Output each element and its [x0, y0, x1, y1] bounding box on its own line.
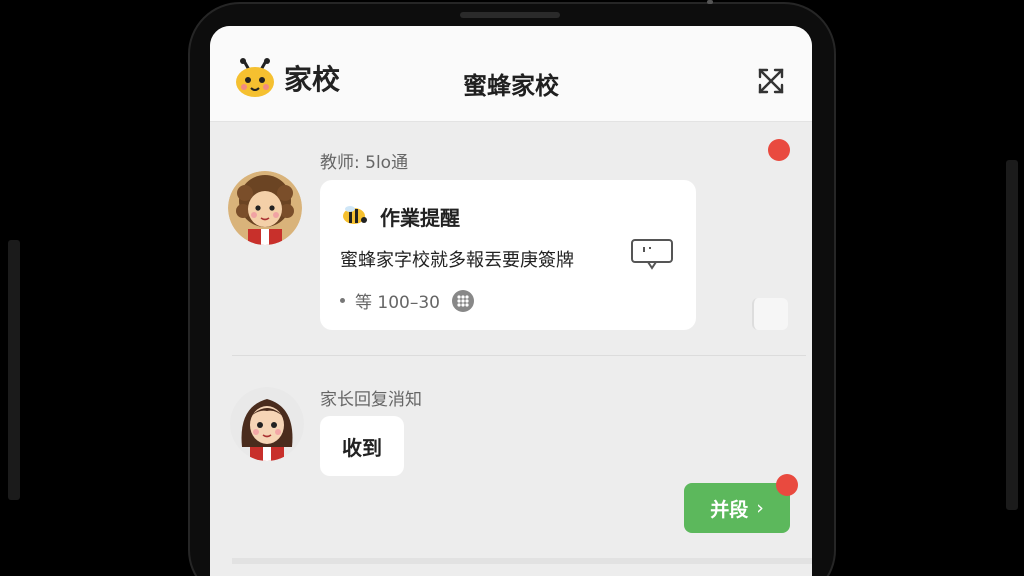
notice-card[interactable]: 作業提醒 蜜蜂家字校就多報丟要庚簽牌 等 100–30 — [320, 180, 696, 330]
divider — [232, 355, 806, 356]
phone-side-button — [1006, 160, 1018, 510]
notice-body: 蜜蜂家字校就多報丟要庚簽牌 — [340, 250, 574, 271]
notice-sender: 教师: 5lo通 — [320, 153, 409, 173]
divider — [232, 558, 812, 564]
notification-dot — [768, 139, 790, 161]
teacher-avatar[interactable] — [228, 171, 302, 245]
reply-bubble: 收到 — [320, 416, 404, 476]
screen-feedback-icon[interactable] — [630, 238, 674, 270]
expand-arrows-icon[interactable] — [756, 66, 786, 96]
reply-sender: 家长回复消知 — [320, 390, 422, 410]
page-title: 蜜蜂家校 — [463, 72, 559, 100]
side-handle[interactable] — [752, 298, 788, 330]
phone-sensor — [707, 0, 713, 4]
grid-dots-icon[interactable] — [451, 289, 474, 312]
notification-dot — [776, 474, 798, 496]
app-screen: 家校 蜜蜂家校 教师: 5lo通 作業提醒 蜜蜂家字校就多報丟要庚簽牌 等 10… — [210, 26, 812, 576]
phone-speaker — [460, 12, 560, 18]
parent-avatar[interactable] — [230, 387, 304, 461]
phone-side-button — [8, 240, 20, 500]
action-button[interactable]: 并段 › — [684, 483, 790, 533]
action-label: 并段 — [710, 498, 749, 521]
app-header: 家校 蜜蜂家校 — [210, 26, 812, 122]
bee-icon — [340, 204, 368, 230]
notice-title: 作業提醒 — [380, 206, 460, 230]
chevron-right-icon: › — [756, 497, 764, 519]
notice-meta: 等 100–30 — [355, 293, 440, 313]
bullet-dot — [340, 298, 345, 303]
